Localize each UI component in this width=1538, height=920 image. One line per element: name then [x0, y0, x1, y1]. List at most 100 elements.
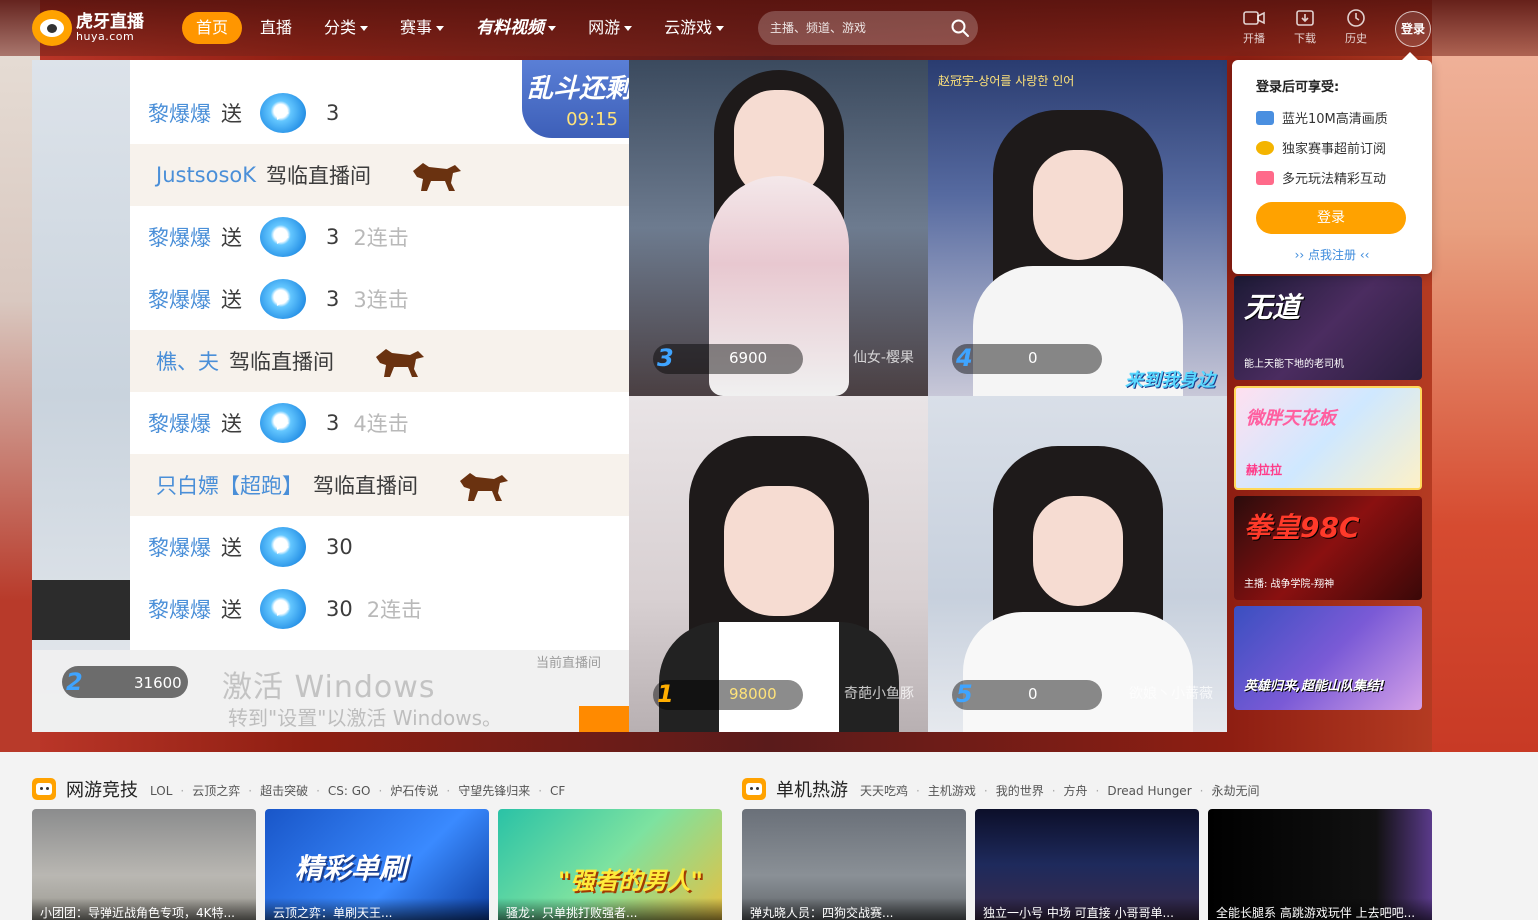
chat-username[interactable]: 黎爆爆: [148, 98, 211, 128]
separator-dot: ·: [378, 783, 383, 798]
thumb-headline: 精彩单刷: [295, 852, 408, 885]
search-icon[interactable]: [950, 18, 970, 38]
chat-verb: 驾临直播间: [266, 164, 372, 188]
chevron-down-icon: [436, 26, 445, 31]
nav-live[interactable]: 直播: [246, 12, 306, 44]
hd-icon: [1256, 110, 1274, 125]
chat-gift-message: 黎爆爆送 3 3连击: [130, 268, 629, 330]
live-player[interactable]: 黎爆爆送 3 JustsosoK 驾临直播间 黎爆爆送 3 2连击 黎爆爆送 3 3连击 樵、夫 驾临…: [32, 60, 1227, 732]
score-value: 31600: [134, 674, 182, 692]
live-thumbnail[interactable]: 精彩单刷 云顶之弈：单刷天王...: [265, 809, 489, 920]
chat-username[interactable]: 只白嫖【超跑】: [156, 470, 303, 500]
stream-cell-1[interactable]: 1 98000 奇葩小鱼豚: [629, 396, 928, 732]
separator-dot: ·: [916, 783, 920, 798]
login-button[interactable]: 登录: [1395, 11, 1431, 47]
recommend-title: 英雄归来,超能山队集结!: [1244, 679, 1385, 694]
category-link[interactable]: CF: [550, 784, 565, 798]
chat-username[interactable]: 黎爆爆: [148, 284, 211, 314]
category-link[interactable]: 我的世界: [996, 784, 1044, 798]
recommend-card[interactable]: 拳皇98C 主播: 战争学院-翔神: [1234, 496, 1422, 600]
category-link[interactable]: 方舟: [1064, 784, 1088, 798]
download-icon: [1296, 10, 1314, 26]
live-thumbnail[interactable]: "强者的男人" 骚龙：只单挑打败强者...: [498, 809, 722, 920]
gift-combo: 2连击: [366, 598, 423, 622]
chevron-down-icon: [548, 25, 557, 31]
category-link[interactable]: 超击突破: [260, 784, 308, 798]
gift-count: 3: [326, 101, 340, 125]
category-link[interactable]: LOL: [150, 784, 172, 798]
chat-username[interactable]: JustsosoK: [156, 163, 256, 187]
separator-dot: ·: [1199, 783, 1204, 798]
category-link[interactable]: 天天吃鸡: [860, 784, 908, 798]
chat-gift-message: 黎爆爆送 3 2连击: [130, 206, 629, 268]
thumb-row-left: 小团团：导弹近战角色专项，4K特... 精彩单刷 云顶之弈：单刷天王... "强…: [32, 809, 731, 920]
register-link[interactable]: ›› 点我注册 ‹‹: [1232, 246, 1432, 263]
nav-online-games[interactable]: 网游: [574, 12, 646, 44]
nav-home[interactable]: 首页: [182, 12, 243, 44]
popup-title: 登录后可享受:: [1256, 80, 1340, 95]
chevron-down-icon: [716, 26, 725, 31]
huya-logo-icon: [32, 10, 72, 46]
activation-watermark-sub: 转到"设置"以激活 Windows。: [228, 706, 503, 730]
popup-login-button[interactable]: 登录: [1256, 202, 1406, 234]
chat-gift-message: 黎爆爆送 30 2连击: [130, 578, 629, 640]
category-title[interactable]: 单机热游: [776, 776, 848, 802]
horse-icon: [460, 473, 508, 501]
site-logo[interactable]: 虎牙直播 huya.com: [32, 10, 144, 46]
separator-dot: ·: [446, 783, 451, 798]
chat-verb: 送: [221, 536, 242, 560]
download-button[interactable]: 下载: [1287, 8, 1323, 48]
separator-dot: ·: [983, 783, 988, 798]
score-value: 98000: [729, 685, 777, 703]
activation-watermark: 激活 Windows: [222, 670, 436, 705]
nav-videos[interactable]: 有料视频: [462, 12, 570, 44]
chat-username[interactable]: 樵、夫: [156, 346, 219, 376]
stream-cell-4[interactable]: 赵冠宇-상어를 사랑한 인어 来到我身边 4 0: [928, 60, 1227, 396]
thumb-headline: "强者的男人": [558, 867, 704, 895]
category-link[interactable]: 炉石传说: [390, 784, 438, 798]
horse-icon: [413, 163, 462, 191]
live-thumbnail[interactable]: 小团团：导弹近战角色专项，4K特...: [32, 809, 256, 920]
broadcast-button[interactable]: 开播: [1236, 8, 1272, 48]
recommend-sidebar: 无道 能上天能下地的老司机 微胖天花板 赫拉拉 拳皇98C 主播: 战争学院-翔…: [1234, 276, 1426, 716]
rank-badge: 2: [66, 668, 83, 696]
live-thumbnail[interactable]: 独立一小号 中场 可直接 小哥哥单...: [975, 809, 1199, 920]
chat-verb: 驾临直播间: [229, 350, 334, 374]
category-link[interactable]: 守望先锋归来: [458, 784, 530, 798]
category-link[interactable]: 云顶之弈: [192, 784, 240, 798]
history-button[interactable]: 历史: [1338, 8, 1374, 48]
category-title[interactable]: 网游竞技: [66, 776, 138, 802]
main-nav: 首页 直播 分类 赛事 有料视频 网游 云游戏: [182, 12, 742, 44]
category-links: 天天吃鸡 · 主机游戏 · 我的世界 · 方舟 · Dread Hunger · 永劫无间: [860, 780, 1259, 799]
chevron-down-icon: [624, 26, 633, 31]
perk-item: 独家赛事超前订阅: [1256, 138, 1386, 157]
gift-icon: [260, 93, 306, 133]
separator-dot: ·: [316, 783, 320, 798]
recommend-subtitle: 赫拉拉: [1246, 463, 1283, 477]
category-link[interactable]: 主机游戏: [928, 784, 976, 798]
stream-cell-5[interactable]: 5 0 欲娘丶小蔷薇: [928, 396, 1227, 732]
live-thumbnail[interactable]: 全能长腿系 高跳游戏玩伴 上去吧吧...: [1208, 809, 1432, 920]
nav-esports[interactable]: 赛事: [386, 12, 458, 44]
recommend-card[interactable]: 微胖天花板 赫拉拉: [1234, 386, 1422, 490]
nav-cloud-games[interactable]: 云游戏: [650, 12, 738, 44]
nav-category[interactable]: 分类: [310, 12, 382, 44]
thumb-caption: 全能长腿系 高跳游戏玩伴 上去吧吧...: [1208, 898, 1432, 920]
recommend-card[interactable]: 无道 能上天能下地的老司机: [1234, 276, 1422, 380]
category-link[interactable]: Dread Hunger: [1107, 784, 1191, 798]
category-link[interactable]: CS: GO: [328, 784, 371, 798]
recommend-subtitle: 主播: 战争学院-翔神: [1244, 579, 1335, 590]
chat-username[interactable]: 黎爆爆: [148, 594, 211, 624]
stream-cell-3[interactable]: 3 6900 仙女-樱果: [629, 60, 928, 396]
gift-count: 30: [326, 597, 353, 621]
recommend-card[interactable]: 英雄归来,超能山队集结!: [1234, 606, 1422, 710]
search-input[interactable]: [770, 19, 940, 37]
chat-username[interactable]: 黎爆爆: [148, 222, 211, 252]
chat-verb: 驾临直播间: [313, 474, 418, 498]
chat-username[interactable]: 黎爆爆: [148, 532, 211, 562]
chat-username[interactable]: 黎爆爆: [148, 408, 211, 438]
gift-count: 3: [326, 225, 340, 249]
thumb-caption: 小团团：导弹近战角色专项，4K特...: [32, 898, 256, 920]
category-link[interactable]: 永劫无间: [1211, 784, 1259, 798]
live-thumbnail[interactable]: 弹丸晓人员：四狗交战赛...: [742, 809, 966, 920]
